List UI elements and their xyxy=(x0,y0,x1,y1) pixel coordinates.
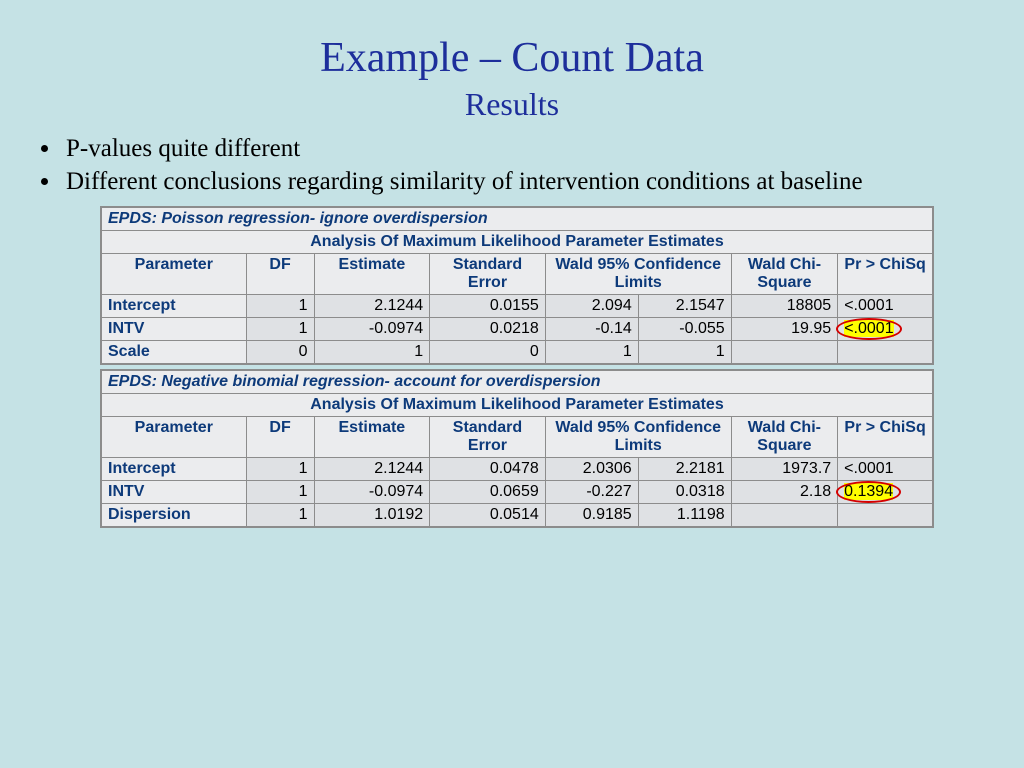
cell-chisq: 18805 xyxy=(731,294,838,317)
cell-df: 0 xyxy=(246,340,314,364)
cell-se: 0.0155 xyxy=(430,294,546,317)
cell-p: <.0001 xyxy=(838,457,933,480)
row-param: INTV xyxy=(101,317,246,340)
table-header-row: Parameter DF Estimate Standard Error Wal… xyxy=(101,416,933,457)
row-param: INTV xyxy=(101,480,246,503)
highlight-circle: <.0001 xyxy=(844,320,893,338)
poisson-table: EPDS: Poisson regression- ignore overdis… xyxy=(100,206,934,365)
tables-container: EPDS: Poisson regression- ignore overdis… xyxy=(100,206,934,528)
cell-se: 0.0478 xyxy=(430,457,546,480)
cell-chisq xyxy=(731,340,838,364)
cell-df: 1 xyxy=(246,294,314,317)
cell-p xyxy=(838,503,933,527)
cell-chisq: 1973.7 xyxy=(731,457,838,480)
col-estimate: Estimate xyxy=(314,253,430,294)
col-ci: Wald 95% Confidence Limits xyxy=(545,416,731,457)
col-ci: Wald 95% Confidence Limits xyxy=(545,253,731,294)
col-estimate: Estimate xyxy=(314,416,430,457)
highlight-circle: 0.1394 xyxy=(844,483,893,501)
cell-p-highlight: <.0001 xyxy=(838,317,933,340)
cell-cihi: 2.2181 xyxy=(638,457,731,480)
bullet-item: P-values quite different xyxy=(62,133,1024,164)
cell-df: 1 xyxy=(246,317,314,340)
cell-cilo: 2.0306 xyxy=(545,457,638,480)
col-prchisq: Pr > ChiSq xyxy=(838,416,933,457)
col-df: DF xyxy=(246,253,314,294)
cell-se: 0.0514 xyxy=(430,503,546,527)
col-parameter: Parameter xyxy=(101,416,246,457)
bullet-list: P-values quite different Different concl… xyxy=(62,133,1024,198)
cell-est: -0.0974 xyxy=(314,480,430,503)
cell-p xyxy=(838,340,933,364)
col-stderr: Standard Error xyxy=(430,416,546,457)
cell-cihi: 2.1547 xyxy=(638,294,731,317)
cell-cihi: 0.0318 xyxy=(638,480,731,503)
table-row: Dispersion 1 1.0192 0.0514 0.9185 1.1198 xyxy=(101,503,933,527)
cell-est: 1 xyxy=(314,340,430,364)
table-caption: EPDS: Negative binomial regression- acco… xyxy=(101,370,933,394)
table-row: INTV 1 -0.0974 0.0218 -0.14 -0.055 19.95… xyxy=(101,317,933,340)
table-row: Intercept 1 2.1244 0.0155 2.094 2.1547 1… xyxy=(101,294,933,317)
cell-se: 0 xyxy=(430,340,546,364)
cell-cihi: 1.1198 xyxy=(638,503,731,527)
bullet-item: Different conclusions regarding similari… xyxy=(62,166,1024,197)
row-param: Intercept xyxy=(101,294,246,317)
cell-est: 1.0192 xyxy=(314,503,430,527)
slide-title: Example – Count Data xyxy=(0,34,1024,82)
col-prchisq: Pr > ChiSq xyxy=(838,253,933,294)
cell-cilo: -0.227 xyxy=(545,480,638,503)
slide-subtitle: Results xyxy=(0,86,1024,123)
col-chisq: Wald Chi-Square xyxy=(731,253,838,294)
cell-chisq: 19.95 xyxy=(731,317,838,340)
cell-cihi: 1 xyxy=(638,340,731,364)
cell-p: <.0001 xyxy=(838,294,933,317)
slide: Example – Count Data Results P-values qu… xyxy=(0,34,1024,768)
table-caption: EPDS: Poisson regression- ignore overdis… xyxy=(101,207,933,231)
cell-se: 0.0659 xyxy=(430,480,546,503)
cell-cilo: -0.14 xyxy=(545,317,638,340)
cell-df: 1 xyxy=(246,503,314,527)
cell-df: 1 xyxy=(246,457,314,480)
table-section-title: Analysis Of Maximum Likelihood Parameter… xyxy=(101,230,933,253)
table-section-title: Analysis Of Maximum Likelihood Parameter… xyxy=(101,393,933,416)
table-row: Intercept 1 2.1244 0.0478 2.0306 2.2181 … xyxy=(101,457,933,480)
cell-se: 0.0218 xyxy=(430,317,546,340)
row-param: Scale xyxy=(101,340,246,364)
table-row: Scale 0 1 0 1 1 xyxy=(101,340,933,364)
cell-cilo: 0.9185 xyxy=(545,503,638,527)
col-df: DF xyxy=(246,416,314,457)
table-row: INTV 1 -0.0974 0.0659 -0.227 0.0318 2.18… xyxy=(101,480,933,503)
cell-est: -0.0974 xyxy=(314,317,430,340)
negbin-table: EPDS: Negative binomial regression- acco… xyxy=(100,369,934,528)
row-param: Intercept xyxy=(101,457,246,480)
cell-df: 1 xyxy=(246,480,314,503)
cell-chisq xyxy=(731,503,838,527)
cell-cihi: -0.055 xyxy=(638,317,731,340)
cell-chisq: 2.18 xyxy=(731,480,838,503)
table-header-row: Parameter DF Estimate Standard Error Wal… xyxy=(101,253,933,294)
row-param: Dispersion xyxy=(101,503,246,527)
col-stderr: Standard Error xyxy=(430,253,546,294)
col-parameter: Parameter xyxy=(101,253,246,294)
cell-est: 2.1244 xyxy=(314,294,430,317)
cell-est: 2.1244 xyxy=(314,457,430,480)
col-chisq: Wald Chi-Square xyxy=(731,416,838,457)
cell-cilo: 2.094 xyxy=(545,294,638,317)
cell-p-highlight: 0.1394 xyxy=(838,480,933,503)
cell-cilo: 1 xyxy=(545,340,638,364)
